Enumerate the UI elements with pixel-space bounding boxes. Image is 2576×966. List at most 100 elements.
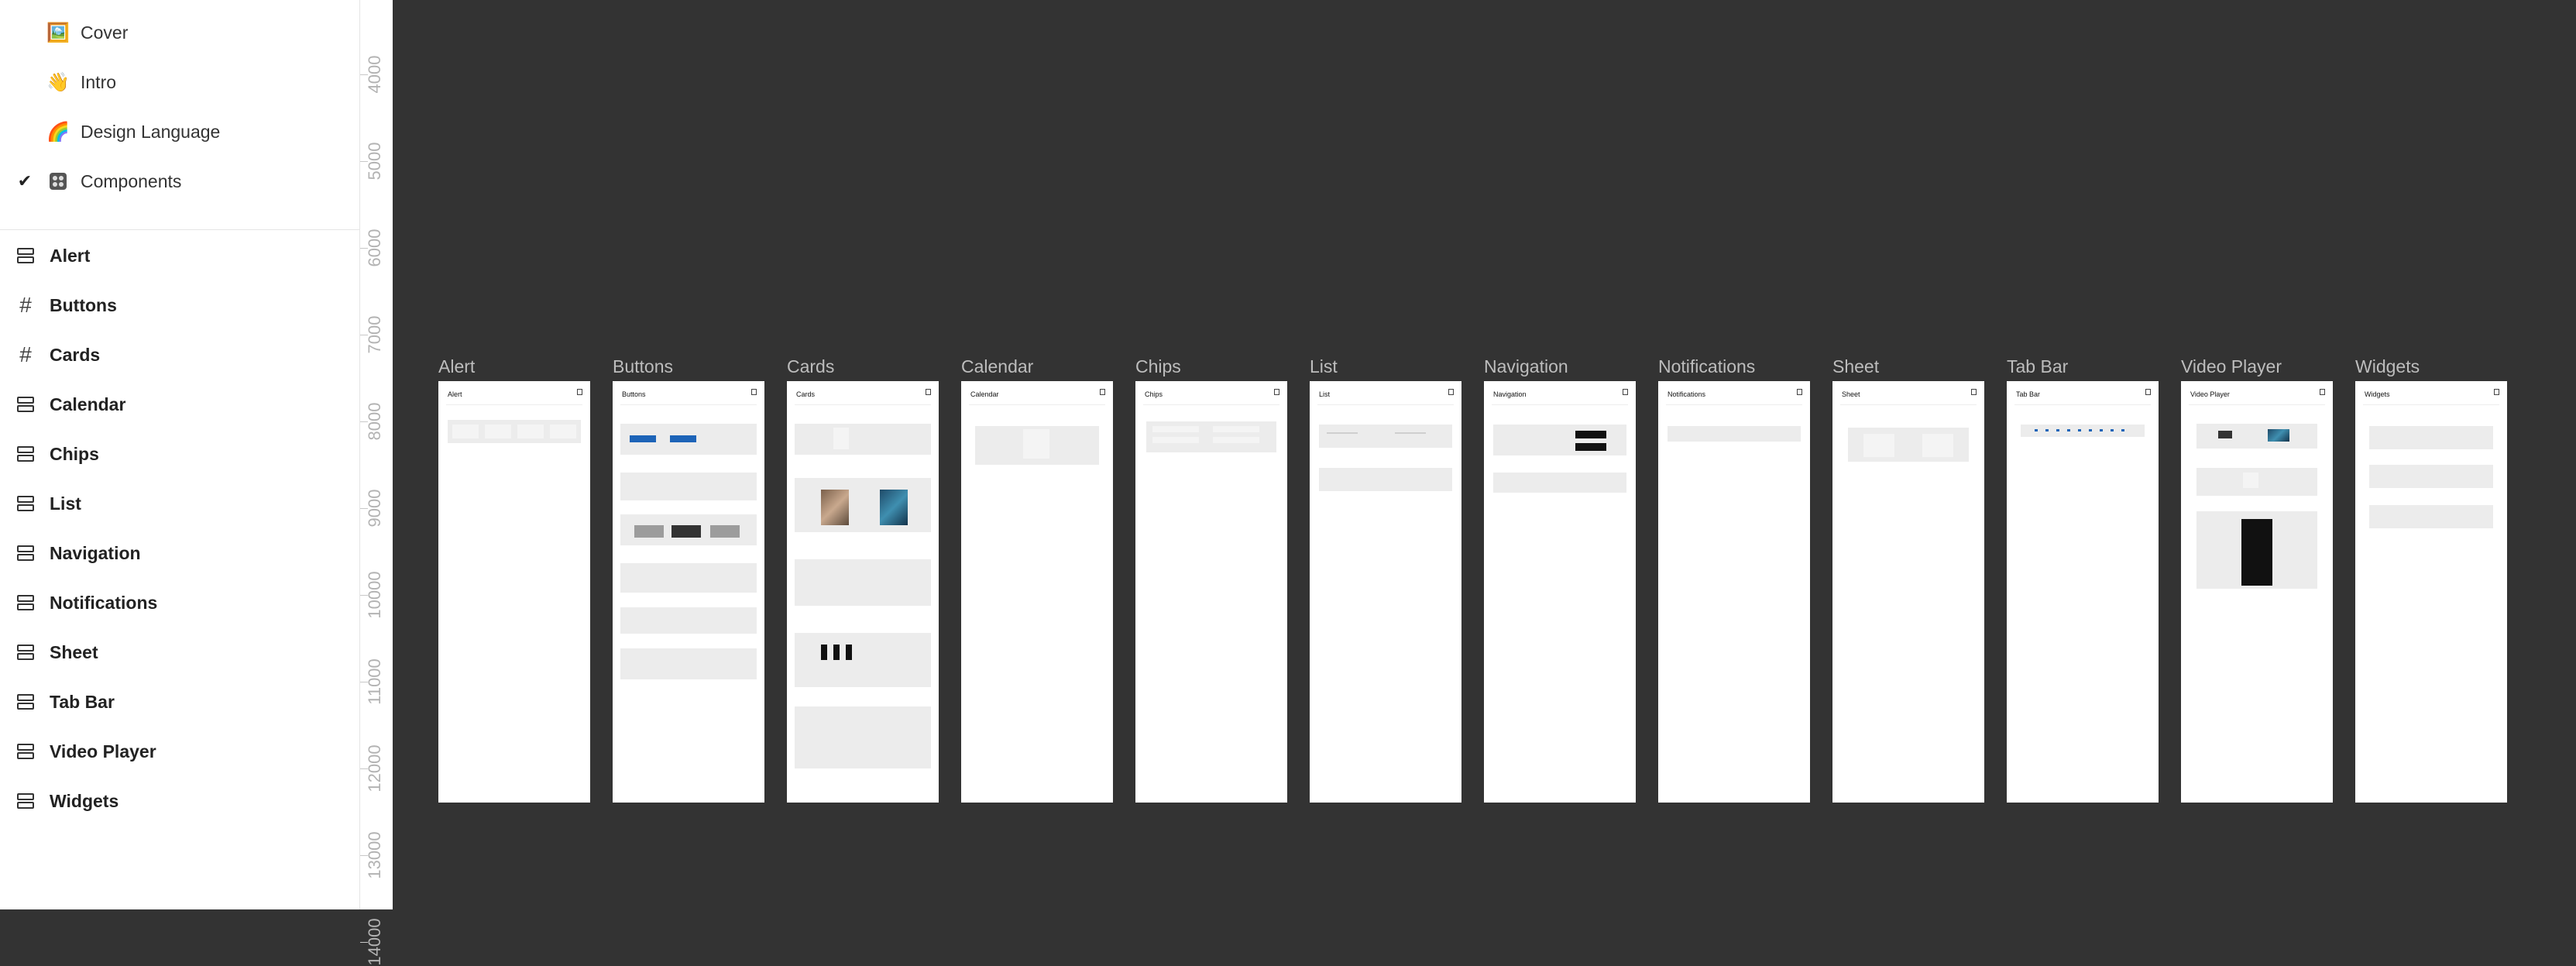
frame-title-tab-bar[interactable]: Tab Bar bbox=[2007, 356, 2068, 377]
layer-item-notifications[interactable]: Notifications bbox=[0, 579, 359, 626]
frame-title-chips[interactable]: Chips bbox=[1135, 356, 1181, 377]
frame-title-list[interactable]: List bbox=[1310, 356, 1338, 377]
layer-label: Notifications bbox=[50, 592, 158, 613]
ruler-label: 7000 bbox=[365, 315, 384, 354]
ruler-label: 9000 bbox=[365, 489, 384, 528]
frame-header-divider bbox=[2363, 404, 2499, 405]
section-icon bbox=[15, 543, 36, 563]
thumbnail-block bbox=[833, 645, 840, 660]
thumbnail-block bbox=[550, 425, 576, 438]
frame-header-icon bbox=[577, 389, 582, 395]
thumbnail-block bbox=[1863, 434, 1894, 457]
frame-header-title: Video Player bbox=[2190, 390, 2230, 398]
control-knobs-icon bbox=[46, 170, 70, 193]
frame-tab-bar[interactable]: Tab Bar bbox=[2007, 381, 2159, 803]
frame-cards[interactable]: Cards bbox=[787, 381, 939, 803]
frame-title-video-player[interactable]: Video Player bbox=[2181, 356, 2282, 377]
frame-title-cards[interactable]: Cards bbox=[787, 356, 834, 377]
thumbnail-block bbox=[2369, 505, 2493, 528]
frame-header-title: Widgets bbox=[2365, 390, 2390, 398]
thumbnail-block bbox=[1493, 473, 1626, 493]
frame-sheet[interactable]: Sheet bbox=[1832, 381, 1984, 803]
frame-header-title: Buttons bbox=[622, 390, 646, 398]
frame-notifications[interactable]: Notifications bbox=[1658, 381, 1810, 803]
card-image bbox=[880, 490, 908, 525]
thumbnail-block bbox=[1213, 437, 1259, 443]
layer-item-buttons[interactable]: # Buttons bbox=[0, 282, 359, 328]
thumbnail-block bbox=[1023, 429, 1049, 459]
frame-title-sheet[interactable]: Sheet bbox=[1832, 356, 1879, 377]
frame-icon: # bbox=[19, 342, 32, 366]
thumbnail-block bbox=[634, 525, 664, 538]
tab-dot bbox=[2045, 429, 2049, 431]
layer-item-chips[interactable]: Chips bbox=[0, 431, 359, 477]
frame-title-calendar[interactable]: Calendar bbox=[961, 356, 1033, 377]
frame-header-icon bbox=[1100, 389, 1105, 395]
frame-list[interactable]: List bbox=[1310, 381, 1461, 803]
frame-chips[interactable]: Chips bbox=[1135, 381, 1287, 803]
frame-alert[interactable]: Alert bbox=[438, 381, 590, 803]
thumbnail-block bbox=[452, 425, 479, 438]
frame-video-player[interactable]: Video Player bbox=[2181, 381, 2333, 803]
thumbnail-block bbox=[1319, 425, 1452, 448]
page-label: Components bbox=[81, 170, 182, 191]
frame-title-navigation[interactable]: Navigation bbox=[1484, 356, 1568, 377]
tab-dot bbox=[2078, 429, 2081, 431]
frame-title-buttons[interactable]: Buttons bbox=[613, 356, 673, 377]
thumbnail-block bbox=[2243, 473, 2258, 488]
video-thumb bbox=[2268, 429, 2289, 442]
layer-item-list[interactable]: List bbox=[0, 480, 359, 527]
layer-item-cards[interactable]: # Cards bbox=[0, 332, 359, 378]
page-item-design-language[interactable]: 🌈 Design Language bbox=[0, 108, 359, 155]
layer-label: Widgets bbox=[50, 790, 119, 811]
frame-header-icon bbox=[2145, 389, 2151, 395]
layer-item-widgets[interactable]: Widgets bbox=[0, 778, 359, 824]
ruler-label: 8000 bbox=[365, 402, 384, 441]
frame-title-alert[interactable]: Alert bbox=[438, 356, 475, 377]
layer-item-calendar[interactable]: Calendar bbox=[0, 381, 359, 428]
rainbow-icon: 🌈 bbox=[46, 121, 70, 143]
tab-dot bbox=[2035, 429, 2038, 431]
ruler-label: 11000 bbox=[365, 658, 384, 705]
frame-header-divider bbox=[1143, 404, 1279, 405]
tab-dot bbox=[2056, 429, 2059, 431]
thumbnail-block bbox=[821, 645, 827, 660]
frame-buttons[interactable]: Buttons bbox=[613, 381, 764, 803]
layer-item-navigation[interactable]: Navigation bbox=[0, 530, 359, 576]
layer-item-alert[interactable]: Alert bbox=[0, 232, 359, 279]
frame-header-icon bbox=[926, 389, 931, 395]
frame-header-divider bbox=[969, 404, 1105, 405]
page-item-components[interactable]: ✔ Components bbox=[0, 158, 359, 205]
layer-item-video-player[interactable]: Video Player bbox=[0, 728, 359, 775]
frame-header-divider bbox=[620, 404, 757, 405]
video-player-screen bbox=[2241, 519, 2272, 586]
frame-title-notifications[interactable]: Notifications bbox=[1658, 356, 1755, 377]
ruler-label: 6000 bbox=[365, 229, 384, 267]
thumbnail-block bbox=[2196, 424, 2317, 449]
frame-header-icon bbox=[2494, 389, 2499, 395]
page-item-cover[interactable]: 🖼️ Cover bbox=[0, 9, 359, 56]
frame-navigation[interactable]: Navigation bbox=[1484, 381, 1636, 803]
frame-header-title: Navigation bbox=[1493, 390, 1527, 398]
thumbnail-block bbox=[1668, 426, 1801, 442]
thumbnail-block bbox=[1319, 468, 1452, 491]
page-label: Intro bbox=[81, 71, 117, 92]
thumbnail-block bbox=[620, 648, 757, 679]
frame-calendar[interactable]: Calendar bbox=[961, 381, 1113, 803]
thumbnail-block bbox=[795, 633, 931, 687]
frame-header-title: Cards bbox=[796, 390, 816, 398]
frame-header-icon bbox=[1971, 389, 1977, 395]
frame-header-divider bbox=[1840, 404, 1977, 405]
frame-header-divider bbox=[1666, 404, 1802, 405]
page-label: Cover bbox=[81, 22, 129, 43]
layer-item-tab-bar[interactable]: Tab Bar bbox=[0, 679, 359, 725]
layer-item-sheet[interactable]: Sheet bbox=[0, 629, 359, 676]
canvas[interactable]: Alert Alert Buttons Buttons Cards Cards Calend… bbox=[393, 0, 2576, 909]
frame-title-widgets[interactable]: Widgets bbox=[2355, 356, 2420, 377]
layer-label: List bbox=[50, 493, 81, 514]
frame-widgets[interactable]: Widgets bbox=[2355, 381, 2507, 803]
ruler-label: 13000 bbox=[365, 831, 384, 879]
page-item-intro[interactable]: 👋 Intro bbox=[0, 59, 359, 105]
section-icon bbox=[15, 593, 36, 613]
section-icon bbox=[15, 692, 36, 712]
